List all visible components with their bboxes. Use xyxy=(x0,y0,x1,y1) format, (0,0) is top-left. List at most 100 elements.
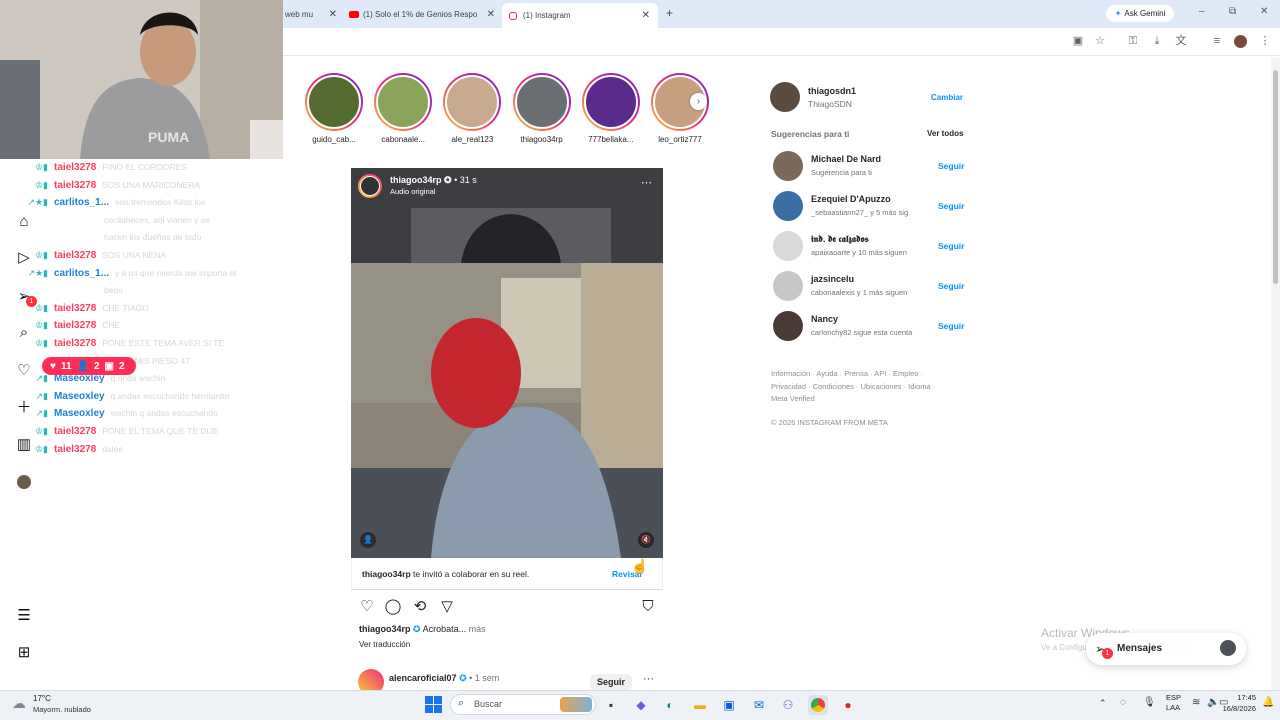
microphone-icon[interactable]: 🎙 xyxy=(1143,697,1156,708)
suggestion-avatar[interactable] xyxy=(773,151,803,181)
see-all-suggestions[interactable]: Ver todos xyxy=(927,129,963,138)
copilot-icon[interactable]: ◆ xyxy=(631,695,651,715)
volume-icon[interactable]: 🔈 xyxy=(1207,697,1219,708)
chat-username[interactable]: taiel3278 xyxy=(54,250,96,261)
see-translation-link[interactable]: Ver traducción xyxy=(359,640,410,649)
scrollbar-thumb[interactable] xyxy=(1273,70,1278,284)
chat-username[interactable]: carlitos_1... xyxy=(54,197,109,208)
story-item[interactable]: thiagoo34rp xyxy=(512,73,571,144)
store-icon[interactable]: ▣ xyxy=(719,695,739,715)
suggestion-avatar[interactable] xyxy=(773,311,803,341)
stories-next-button[interactable]: › xyxy=(690,93,707,110)
profile-nav-avatar[interactable] xyxy=(17,475,31,489)
story-item[interactable]: 777bellaka... xyxy=(581,73,640,144)
close-icon[interactable]: ✕ xyxy=(642,10,650,21)
tab-search-icon[interactable]: ≡ xyxy=(1210,34,1224,48)
language-code[interactable]: ESP xyxy=(1166,693,1181,702)
account-avatar[interactable] xyxy=(770,82,800,112)
suggestion-name[interactable]: Nancy xyxy=(811,314,838,324)
weather-icon[interactable]: ☁ xyxy=(12,695,26,712)
tab-instagram[interactable]: (1) Instagram ✕ xyxy=(502,3,658,28)
close-window-button[interactable]: ✕ xyxy=(1260,6,1268,17)
repost-icon[interactable]: ⟲ xyxy=(411,598,429,616)
footer-links-1[interactable]: Información · Ayuda · Prensa · API · Emp… xyxy=(771,369,923,378)
weather-temp[interactable]: 17°C xyxy=(33,694,51,703)
post-author-avatar[interactable] xyxy=(358,174,382,198)
translate-icon[interactable]: 文 xyxy=(1174,34,1188,48)
tray-app-icon[interactable]: ◌ xyxy=(1120,697,1126,708)
reel-video[interactable] xyxy=(351,168,663,558)
suggestion-avatar[interactable] xyxy=(773,271,803,301)
follow-button[interactable]: Seguir xyxy=(938,281,964,291)
next-post-author[interactable]: alencaroficial07 xyxy=(389,673,457,683)
search-icon[interactable]: ⌕ xyxy=(14,323,34,343)
account-username[interactable]: thiagosdn1 xyxy=(808,86,856,96)
suggestion-name[interactable]: jazsincelu xyxy=(811,274,854,284)
task-view-icon[interactable]: ▪ xyxy=(601,695,621,715)
reels-icon[interactable]: ▷ xyxy=(14,248,34,268)
notification-bell-icon[interactable]: 🔔 xyxy=(1262,697,1274,708)
chrome-icon[interactable] xyxy=(808,695,828,715)
mute-icon[interactable]: 🔇 xyxy=(638,532,654,548)
save-icon[interactable]: ⛉ xyxy=(639,598,657,616)
tray-overflow-icon[interactable]: ⌃ xyxy=(1099,698,1107,709)
dashboard-icon[interactable]: ▥ xyxy=(14,435,34,455)
chat-username[interactable]: taiel3278 xyxy=(54,426,96,437)
story-item[interactable]: cabonaale... xyxy=(374,73,433,144)
also-from-meta-icon[interactable]: ⊞ xyxy=(14,643,34,663)
suggestion-name[interactable]: Michael De Nard xyxy=(811,154,881,164)
next-post-follow-button[interactable]: Seguir xyxy=(590,674,632,690)
chat-username[interactable]: taiel3278 xyxy=(54,303,96,314)
story-item[interactable]: guido_cab... xyxy=(305,73,363,144)
close-icon[interactable]: ✕ xyxy=(487,9,495,20)
more-menu-icon[interactable]: ☰ xyxy=(14,606,34,626)
profile-avatar[interactable] xyxy=(1234,35,1247,48)
like-icon[interactable]: ♡ xyxy=(358,598,376,616)
share-icon[interactable]: ▽ xyxy=(438,598,456,616)
suggestion-avatar[interactable] xyxy=(773,191,803,221)
password-key-icon[interactable]: ⚿ xyxy=(1126,34,1140,48)
close-icon[interactable]: ✕ xyxy=(329,9,337,20)
download-icon[interactable]: ⤓ xyxy=(1150,34,1164,48)
new-tab-button[interactable]: + xyxy=(666,6,673,20)
post-author[interactable]: thiagoo34rp xyxy=(390,175,442,185)
follow-button[interactable]: Seguir xyxy=(938,321,964,331)
restore-button[interactable]: ⧉ xyxy=(1229,6,1236,17)
comment-icon[interactable]: ◯ xyxy=(384,598,402,616)
menu-dots-icon[interactable]: ⋮ xyxy=(1258,34,1272,48)
caption-more[interactable]: más xyxy=(469,624,486,634)
post-options-icon[interactable]: ⋯ xyxy=(641,176,652,189)
chat-username[interactable]: taiel3278 xyxy=(54,444,96,455)
clock-time[interactable]: 17:45 xyxy=(1228,693,1256,702)
chat-username[interactable]: Maseoxley xyxy=(54,408,105,419)
footer-links-2[interactable]: Privacidad · Condiciones · Ubicaciones ·… xyxy=(771,382,935,391)
story-item[interactable]: ale_real123 xyxy=(443,73,502,144)
collab-user[interactable]: thiagoo34rp xyxy=(362,569,411,579)
teams-icon[interactable]: ⚇ xyxy=(778,695,798,715)
suggestion-name[interactable]: Ezequiel D'Apuzzo xyxy=(811,194,891,204)
install-app-icon[interactable]: ▣ xyxy=(1071,34,1085,48)
wifi-icon[interactable]: ≋ xyxy=(1192,697,1200,708)
tab-youtube[interactable]: (1) Solo el 1% de Genios Respo ✕ xyxy=(349,4,495,24)
bookmark-star-icon[interactable]: ☆ xyxy=(1093,34,1107,48)
windows-start-icon[interactable] xyxy=(425,696,442,713)
create-icon[interactable]: ＋ xyxy=(14,398,34,418)
chat-username[interactable]: taiel3278 xyxy=(54,338,96,349)
footer-links-3[interactable]: Meta Verified xyxy=(771,394,815,403)
chat-username[interactable]: carlitos_1... xyxy=(54,268,109,279)
home-icon[interactable]: ⌂ xyxy=(14,212,34,232)
chat-username[interactable]: taiel3278 xyxy=(54,180,96,191)
streaming-app-icon[interactable]: ● xyxy=(838,695,858,715)
minimize-button[interactable]: – xyxy=(1199,6,1205,17)
chat-username[interactable]: taiel3278 xyxy=(54,320,96,331)
caption-user[interactable]: thiagoo34rp xyxy=(359,624,411,634)
ask-gemini-button[interactable]: ✦ Ask Gemini xyxy=(1106,5,1174,22)
edge-icon[interactable]: ◐ xyxy=(660,695,680,715)
audio-label[interactable]: Audio original xyxy=(390,187,435,196)
chat-username[interactable]: Maseoxley xyxy=(54,391,105,402)
tab-web[interactable]: web mu ✕ xyxy=(285,4,337,24)
outlook-icon[interactable]: ✉ xyxy=(749,695,769,715)
next-post-options-icon[interactable]: ··· xyxy=(643,673,654,685)
tagged-users-icon[interactable]: 👤 xyxy=(360,532,376,548)
follow-button[interactable]: Seguir xyxy=(938,201,964,211)
